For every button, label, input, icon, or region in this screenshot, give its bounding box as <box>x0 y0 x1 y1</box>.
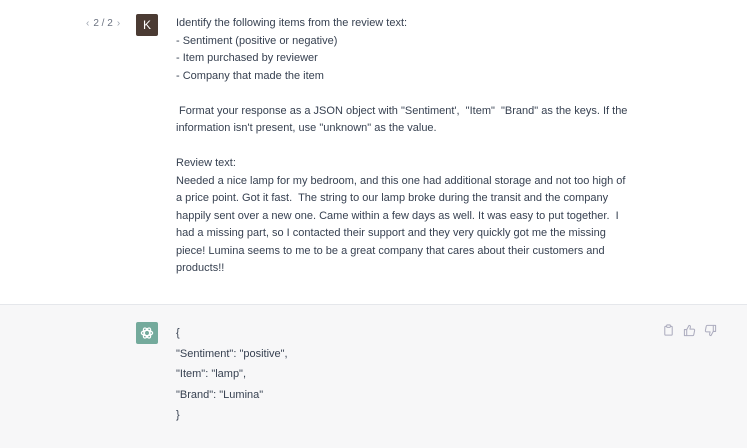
message-line: information isn't present, use "unknown"… <box>176 122 437 134</box>
assistant-message: { "Sentiment": "positive", "Item": "lamp… <box>176 323 666 426</box>
message-line: "Item": "lamp", <box>176 368 247 381</box>
message-line: - Sentiment (positive or negative) <box>176 34 338 47</box>
chevron-right-icon[interactable]: › <box>117 18 120 29</box>
message-line: piece! Lumina seems to me to be a great … <box>176 244 605 257</box>
message-line: "Brand": "Lumina" <box>176 388 264 401</box>
thumbs-down-icon[interactable] <box>704 324 717 337</box>
copy-icon[interactable] <box>662 324 675 337</box>
message-line: happily sent over a new one. Came within… <box>176 209 619 222</box>
message-actions <box>662 324 717 337</box>
message-line: Format your response as a JSON object wi… <box>176 104 628 117</box>
assistant-avatar <box>136 322 158 344</box>
message-line: Needed a nice lamp for my bedroom, and t… <box>176 174 626 187</box>
message-line <box>176 138 666 156</box>
pager-label: 2 / 2 <box>93 18 113 29</box>
message-line: - Item purchased by reviewer <box>176 52 318 64</box>
chevron-left-icon[interactable]: ‹ <box>86 18 89 29</box>
message-line: "Sentiment": "positive", <box>176 347 288 360</box>
message-line: a price point. Got it fast. The string t… <box>176 192 609 204</box>
message-line: Identify the following items from the re… <box>176 17 408 29</box>
openai-logo-icon <box>140 327 154 339</box>
thumbs-up-icon[interactable] <box>683 324 696 337</box>
response-pager: ‹ 2 / 2 › <box>86 18 120 29</box>
message-line: had a missing part, so I contacted their… <box>176 227 606 239</box>
user-message: Identify the following items from the re… <box>176 15 666 278</box>
message-line <box>176 85 666 103</box>
user-avatar: K <box>136 14 158 36</box>
message-line: products!! <box>176 262 225 274</box>
message-line: Review text: <box>176 157 236 169</box>
message-line: } <box>176 409 180 422</box>
message-line: { <box>176 327 180 339</box>
message-line: - Company that made the item <box>176 69 324 82</box>
user-avatar-letter: K <box>142 18 151 32</box>
